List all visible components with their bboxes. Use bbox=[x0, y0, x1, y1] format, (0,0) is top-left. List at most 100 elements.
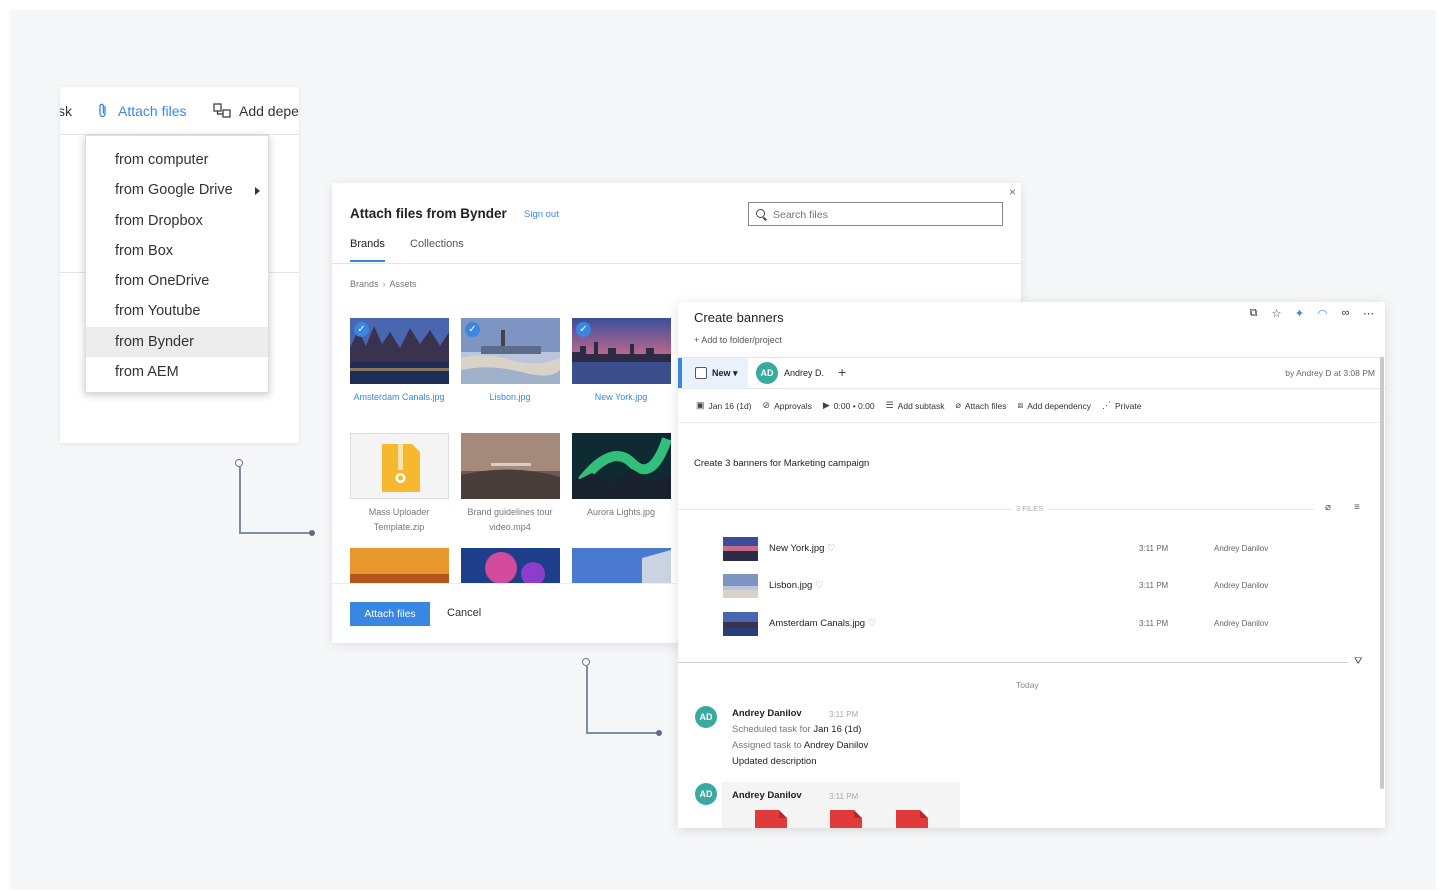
file-row[interactable]: New York.jpg ♡ 3:11 PM Andrey Danilov bbox=[723, 537, 1323, 561]
activity-author[interactable]: Andrey Danilov bbox=[732, 790, 802, 801]
task-title[interactable]: Create banners bbox=[694, 310, 784, 325]
menu-item-computer[interactable]: from computer bbox=[86, 145, 268, 175]
divider bbox=[678, 422, 1385, 423]
file-icon[interactable] bbox=[896, 810, 928, 828]
search-icon bbox=[756, 209, 765, 218]
file-row[interactable]: Amsterdam Canals.jpg ♡ 3:11 PM Andrey Da… bbox=[723, 612, 1323, 636]
asset-name: New York.jpg bbox=[594, 392, 648, 402]
dependency-icon bbox=[213, 103, 231, 118]
attach-files-button[interactable]: Attach files bbox=[98, 103, 186, 119]
activity-time: 3:11 PM bbox=[829, 710, 859, 719]
asset-thumbnail[interactable] bbox=[461, 433, 560, 499]
files-divider bbox=[678, 509, 1314, 510]
files-count-label: 3 FILES bbox=[1011, 504, 1049, 513]
add-dependency-label: Add dependency bbox=[1027, 400, 1091, 411]
privacy-button[interactable]: ⋰ Private bbox=[1102, 400, 1141, 411]
menu-item-bynder[interactable]: from Bynder bbox=[86, 326, 268, 358]
privacy-label: Private bbox=[1115, 400, 1142, 411]
add-subtask-label: Add subtask bbox=[897, 400, 945, 411]
asset-thumbnail[interactable]: ✓ bbox=[572, 318, 671, 384]
amsterdam-thumbnail bbox=[723, 612, 758, 636]
asset-name: Aurora Lights.jpg bbox=[586, 507, 656, 517]
dropdown-caret-icon: ▾ bbox=[733, 368, 738, 378]
avatar[interactable]: AD bbox=[756, 362, 778, 384]
timer-button[interactable]: ▶ 0:00 • 0:00 bbox=[823, 400, 875, 411]
asset-thumbnail[interactable]: ✓ bbox=[350, 318, 449, 384]
file-icon[interactable] bbox=[755, 810, 787, 828]
paperclip-icon[interactable]: ⌀ bbox=[1323, 502, 1334, 513]
assignee-name[interactable]: Andrey D. bbox=[784, 368, 824, 378]
menu-item-dropbox[interactable]: from Dropbox bbox=[86, 206, 268, 236]
heart-icon: ♡ bbox=[814, 580, 824, 591]
tab-collections[interactable]: Collections bbox=[410, 238, 464, 250]
status-label[interactable]: New ▾ bbox=[712, 368, 738, 379]
asset-thumbnail[interactable] bbox=[572, 433, 671, 499]
add-subtask-button[interactable]: ☰ Add subtask bbox=[886, 400, 945, 411]
file-name-text: New York.jpg bbox=[769, 543, 825, 554]
search-input[interactable] bbox=[773, 206, 993, 223]
menu-item-aem[interactable]: from AEM bbox=[86, 357, 268, 387]
menu-item-youtube[interactable]: from Youtube bbox=[86, 296, 268, 326]
close-icon[interactable]: × bbox=[1009, 185, 1016, 199]
activity-author[interactable]: Andrey Danilov bbox=[732, 708, 802, 719]
asset-thumbnail[interactable]: ✓ bbox=[461, 318, 560, 384]
breadcrumb-assets[interactable]: Assets bbox=[390, 279, 417, 289]
open-window-icon[interactable]: ⧉ bbox=[1247, 307, 1260, 320]
approvals-button[interactable]: ⊘ Approvals bbox=[763, 400, 812, 411]
menu-item-label: from Google Drive bbox=[115, 182, 233, 199]
add-to-folder-link[interactable]: + Add to folder/project bbox=[694, 335, 782, 345]
activity-time: 3:11 PM bbox=[829, 792, 859, 801]
play-icon: ▶ bbox=[822, 400, 830, 410]
scrollbar[interactable] bbox=[1380, 357, 1384, 789]
avatar[interactable]: AD bbox=[695, 783, 717, 805]
menu-item-google-drive[interactable]: from Google Drive bbox=[86, 175, 268, 205]
attach-files-label: Attach files bbox=[118, 103, 187, 119]
file-icon[interactable] bbox=[830, 810, 862, 828]
attach-files-label: Attach files bbox=[964, 400, 1007, 411]
selected-check-icon[interactable]: ✓ bbox=[465, 322, 480, 337]
approvals-label: Approvals bbox=[774, 400, 812, 411]
selected-check-icon[interactable]: ✓ bbox=[576, 322, 591, 337]
add-assignee-icon[interactable]: + bbox=[838, 364, 846, 380]
cancel-button[interactable]: Cancel bbox=[447, 607, 481, 619]
rss-icon[interactable]: ◠ bbox=[1316, 307, 1329, 320]
menu-item-onedrive[interactable]: from OneDrive bbox=[86, 266, 268, 296]
attach-files-button[interactable]: ⌀ Attach files bbox=[955, 400, 1006, 411]
task-tool-truncated[interactable]: sk bbox=[60, 103, 72, 119]
active-tab-indicator bbox=[350, 260, 385, 262]
attach-files-submit-button[interactable]: Attach files bbox=[350, 602, 430, 626]
task-toolbar: ▣ Jan 16 (1d) ⊘ Approvals ▶ 0:00 • 0:00 ☰ Ad… bbox=[696, 400, 1141, 411]
star-icon[interactable]: ☆ bbox=[1270, 307, 1283, 320]
avatar[interactable]: AD bbox=[695, 706, 717, 728]
file-user: Andrey Danilov bbox=[1214, 544, 1269, 553]
asset-thumbnail[interactable] bbox=[350, 433, 449, 499]
sign-out-link[interactable]: Sign out bbox=[524, 209, 559, 220]
add-dependency-button[interactable]: ⧈ Add dependency bbox=[1017, 400, 1091, 411]
zip-file-icon bbox=[382, 444, 420, 492]
search-field[interactable] bbox=[748, 202, 1003, 226]
pin-icon[interactable]: ✦ bbox=[1293, 307, 1306, 320]
heart-icon: ♡ bbox=[867, 618, 877, 629]
file-time: 3:11 PM bbox=[1139, 544, 1169, 553]
dialog-title: Attach files from Bynder bbox=[350, 206, 507, 221]
submenu-arrow-icon bbox=[255, 187, 260, 196]
activity-entry: Scheduled task for Jan 16 (1d) bbox=[732, 724, 861, 735]
complete-checkbox[interactable] bbox=[695, 367, 707, 379]
calendar-icon: ▣ bbox=[696, 400, 705, 410]
selected-check-icon[interactable]: ✓ bbox=[354, 322, 369, 337]
date-button[interactable]: ▣ Jan 16 (1d) bbox=[696, 400, 752, 411]
file-name-text: Amsterdam Canals.jpg bbox=[769, 618, 866, 629]
file-row[interactable]: Lisbon.jpg ♡ 3:11 PM Andrey Danilov bbox=[723, 574, 1323, 598]
task-description[interactable]: Create 3 banners for Marketing campaign bbox=[694, 458, 869, 469]
list-view-icon[interactable]: ≡ bbox=[1352, 502, 1362, 513]
file-user: Andrey Danilov bbox=[1214, 581, 1269, 590]
status-text: New bbox=[712, 368, 731, 378]
more-icon[interactable]: ⋯ bbox=[1362, 307, 1375, 320]
link-icon[interactable]: ∞ bbox=[1339, 307, 1352, 320]
breadcrumb-brands[interactable]: Brands bbox=[350, 279, 379, 289]
add-dependency-button[interactable]: Add depe bbox=[213, 103, 299, 119]
filter-icon[interactable]: ⛛ bbox=[1354, 656, 1362, 667]
paperclip-icon bbox=[99, 103, 106, 118]
menu-item-box[interactable]: from Box bbox=[86, 236, 268, 266]
tab-brands[interactable]: Brands bbox=[350, 238, 385, 250]
